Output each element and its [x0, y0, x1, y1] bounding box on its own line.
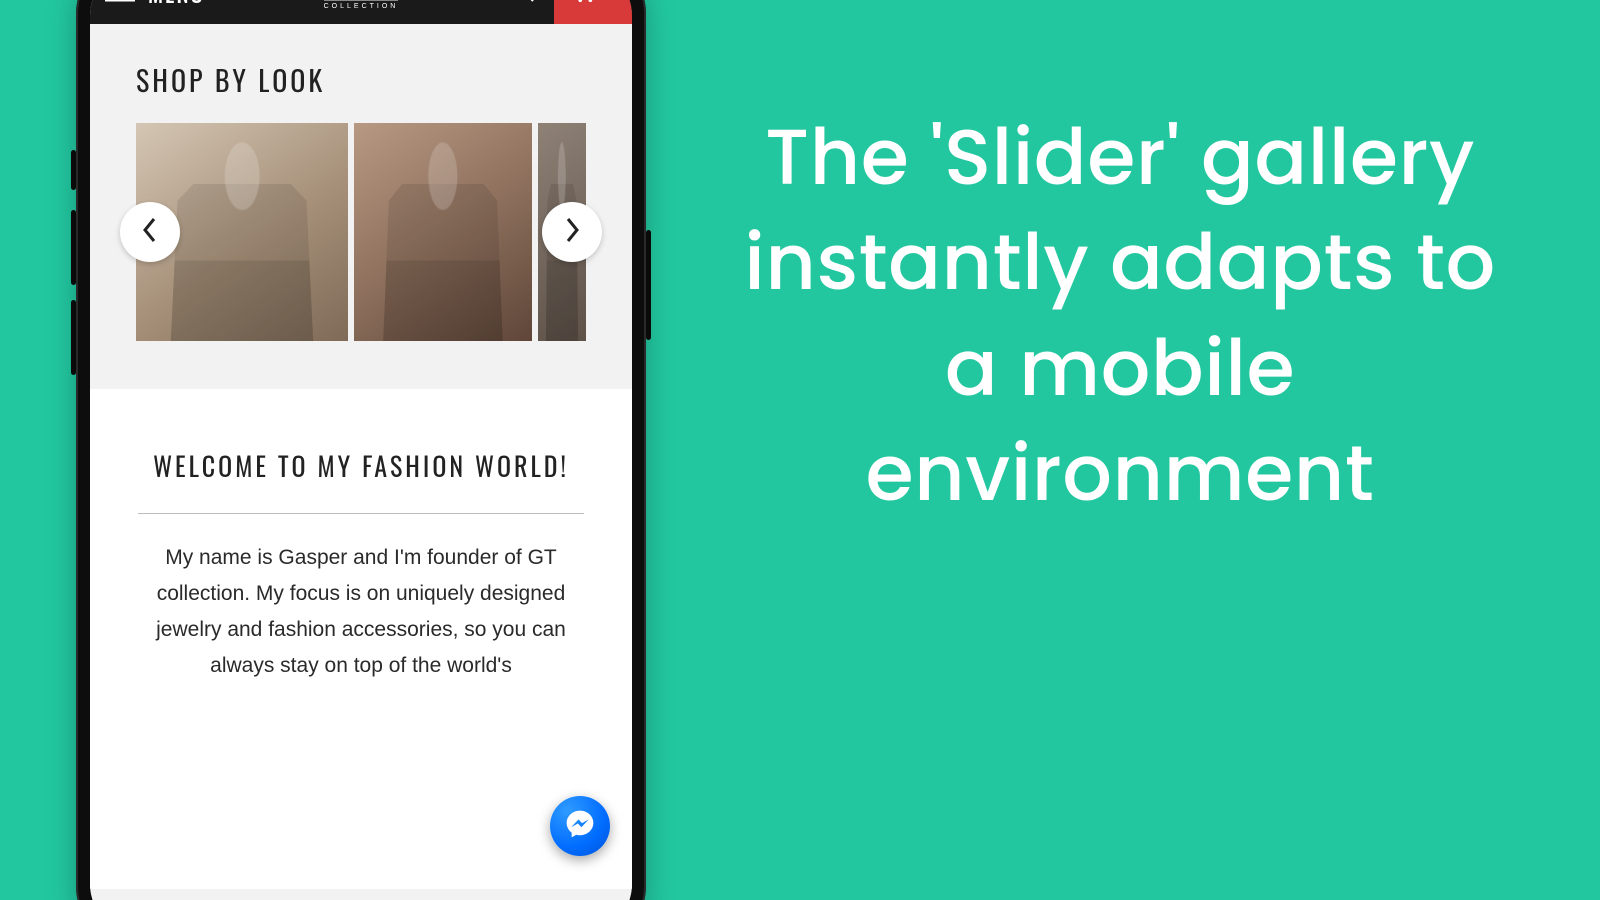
welcome-section: WELCOME TO MY FASHION WORLD! My name is …: [90, 389, 632, 889]
chevron-left-icon: [140, 216, 160, 249]
phone-side-button: [71, 210, 76, 285]
look-slider[interactable]: [136, 123, 586, 341]
phone-side-button: [71, 300, 76, 375]
divider: [138, 513, 584, 514]
cart-count: 0: [604, 0, 615, 6]
hamburger-icon: [105, 0, 135, 7]
phone-side-button: [71, 150, 76, 190]
cart-icon: [570, 0, 596, 8]
phone-mockup: MENU GT COLLECTION 0 SHOP BY LOOK: [76, 0, 646, 900]
brand-sub: COLLECTION: [324, 0, 399, 10]
shop-by-look-section: SHOP BY LOOK: [90, 24, 632, 389]
chevron-right-icon: [562, 216, 582, 249]
slider-next-button[interactable]: [542, 202, 602, 262]
search-button[interactable]: [496, 0, 552, 24]
phone-screen: MENU GT COLLECTION 0 SHOP BY LOOK: [90, 0, 632, 900]
messenger-button[interactable]: [550, 796, 610, 856]
menu-label: MENU: [148, 0, 205, 10]
section-title: SHOP BY LOOK: [136, 60, 586, 101]
cart-button[interactable]: 0: [554, 0, 632, 24]
welcome-title: WELCOME TO MY FASHION WORLD!: [134, 447, 588, 485]
app-bar: MENU GT COLLECTION 0: [90, 0, 632, 24]
messenger-icon: [564, 808, 596, 845]
slide-image[interactable]: [354, 123, 532, 341]
phone-side-button: [646, 230, 651, 340]
menu-button[interactable]: [96, 0, 144, 24]
slider-prev-button[interactable]: [120, 202, 180, 262]
welcome-body: My name is Gasper and I'm founder of GT …: [134, 540, 588, 684]
search-icon: [512, 0, 536, 9]
marketing-headline: The 'Slider' gallery instantly adapts to…: [740, 105, 1500, 526]
